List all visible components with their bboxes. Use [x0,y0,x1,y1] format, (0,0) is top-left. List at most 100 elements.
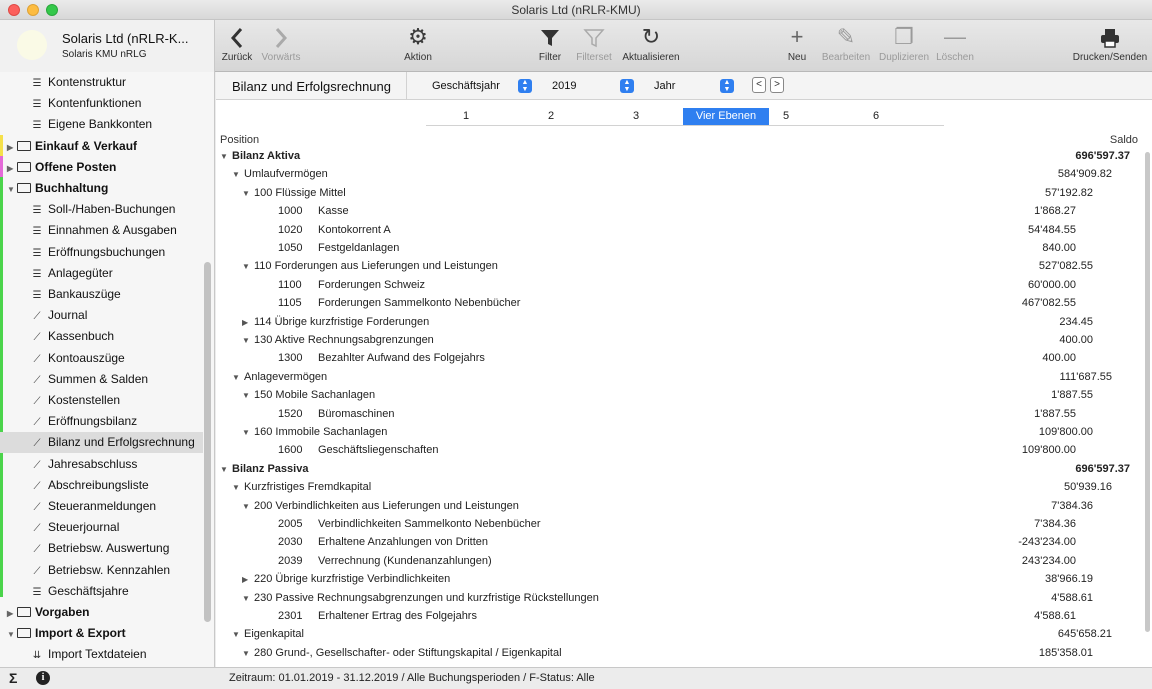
interval-select[interactable]: Jahr ▲ ▼ [654,77,734,95]
disclosure-open-icon[interactable]: ▼ [242,645,254,663]
table-row[interactable]: 1600 Geschäftsliegenschaften 109'800.00 [216,441,1136,459]
level-tab[interactable]: 3 [626,108,646,125]
sidebar-item[interactable]: ☰ Einnahmen & Ausgaben [0,220,203,241]
sidebar-scrollbar[interactable] [204,262,211,622]
table-row[interactable]: ▶ 114 Übrige kurzfristige Forderungen 234.… [216,313,1136,331]
period-type-select[interactable]: Geschäftsjahr ▲ ▼ [432,77,532,95]
sidebar-item[interactable]: ⟋ Jahresabschluss [0,454,203,475]
table-row[interactable]: 2301 Erhaltener Ertrag des Folgejahrs 4'58… [216,607,1136,625]
level-tab[interactable]: 1 [456,108,476,125]
disclosure-closed-icon[interactable]: ▶ [7,137,17,158]
disclosure-open-icon[interactable]: ▼ [232,166,244,184]
table-row[interactable]: ▼ 100 Flüssige Mittel 57'192.82 [216,184,1136,202]
info-icon[interactable]: i [36,671,50,685]
sidebar-item[interactable]: ☰ Geschäftsjahre [0,581,203,602]
table-row[interactable]: 1100 Forderungen Schweiz 60'000.00 [216,276,1136,294]
sidebar-item[interactable]: ⟋ Betriebsw. Auswertung [0,538,203,559]
sidebar-item[interactable]: ⟋ Steuerjournal [0,517,203,538]
sidebar-item[interactable]: ☰ Soll-/Haben-Buchungen [0,199,203,220]
sidebar-item[interactable]: ▼ Import & Export [0,623,203,644]
filterset-button[interactable]: Filterset [573,22,615,70]
sidebar-item[interactable]: ☰ Anlagegüter [0,263,203,284]
sidebar-item[interactable]: ⟋ Summen & Salden [0,369,203,390]
table-row[interactable]: ▼ Umlaufvermögen 584'909.82 [216,165,1136,183]
sidebar-item[interactable]: ☰ Eigene Bankkonten [0,114,203,135]
filter-button[interactable]: Filter [533,22,567,70]
sidebar-item[interactable]: ☰ Kontenfunktionen [0,93,203,114]
sidebar-item[interactable]: ▼ Buchhaltung [0,178,203,199]
table-row[interactable]: ▼ 280 Grund-, Gesellschafter- oder Stiftu… [216,644,1136,662]
disclosure-open-icon[interactable]: ▼ [220,148,232,166]
sidebar-item[interactable]: ☰ Eröffnungsbuchungen [0,242,203,263]
disclosure-open-icon[interactable]: ▼ [242,590,254,608]
disclosure-open-icon[interactable]: ▼ [220,461,232,479]
action-button[interactable]: ⚙ Aktion [400,22,436,70]
disclosure-open-icon[interactable]: ▼ [242,185,254,203]
refresh-button[interactable]: ↻ Aktualisieren [620,22,682,70]
back-button[interactable]: Zurück [219,22,255,70]
year-select[interactable]: 2019 ▲ ▼ [552,77,634,95]
table-row[interactable]: 1000 Kasse 1'868.27 [216,202,1136,220]
sidebar-item[interactable]: ⟋ Kontoauszüge [0,348,203,369]
table-row[interactable]: ▼ Eigenkapital 645'658.21 [216,625,1136,643]
sidebar-item[interactable]: ⟋ Bilanz und Erfolgsrechnung [0,432,203,454]
sidebar-item[interactable]: ▶ Offene Posten [0,157,203,178]
disclosure-open-icon[interactable]: ▼ [242,258,254,276]
disclosure-open-icon[interactable]: ▼ [232,626,244,644]
disclosure-open-icon[interactable]: ▼ [242,387,254,405]
table-row[interactable]: ▼ 160 Immobile Sachanlagen 109'800.00 [216,423,1136,441]
print-button[interactable]: Drucken/Senden [1070,22,1150,70]
sidebar-item[interactable]: ⇊ Import Textdateien [0,644,203,665]
table-row[interactable]: ▼ Bilanz Aktiva 696'597.37 [216,147,1136,165]
table-row[interactable]: ▼ 130 Aktive Rechnungsabgrenzungen 400.00 [216,331,1136,349]
level-tab[interactable]: 5 [776,108,796,125]
sidebar-item[interactable]: ⟋ Eröffnungsbilanz [0,411,203,432]
sidebar-item[interactable]: ⟋ Journal [0,305,203,326]
disclosure-closed-icon[interactable]: ▶ [242,314,254,332]
previous-period-button[interactable]: < [752,77,766,93]
sidebar-item[interactable]: ☰ Kontenstruktur [0,72,203,93]
table-row[interactable]: ▼ 230 Passive Rechnungsabgrenzungen und k… [216,589,1136,607]
disclosure-closed-icon[interactable]: ▶ [242,571,254,589]
sidebar-item[interactable]: ⟋ Abschreibungsliste [0,475,203,496]
table-row[interactable]: 2030 Erhaltene Anzahlungen von Dritten -24… [216,533,1136,551]
table-row[interactable]: 1020 Kontokorrent A 54'484.55 [216,221,1136,239]
table-row[interactable]: 1105 Forderungen Sammelkonto Nebenbücher 4… [216,294,1136,312]
new-button[interactable]: + Neu [784,22,810,70]
disclosure-open-icon[interactable]: ▼ [242,498,254,516]
disclosure-open-icon[interactable]: ▼ [242,424,254,442]
minimize-window-button[interactable] [27,4,39,16]
disclosure-open-icon[interactable]: ▼ [7,179,17,200]
sidebar-item[interactable]: ▶ Vorgaben [0,602,203,623]
next-period-button[interactable]: > [770,77,784,93]
table-row[interactable]: 2005 Verbindlichkeiten Sammelkonto Nebenb… [216,515,1136,533]
table-row[interactable]: 1300 Bezahlter Aufwand des Folgejahrs 400.… [216,349,1136,367]
table-row[interactable]: 1050 Festgeldanlagen 840.00 [216,239,1136,257]
table-row[interactable]: 2039 Verrechnung (Kundenanzahlungen) 243'2… [216,552,1136,570]
sidebar-item[interactable]: ▶ Einkauf & Verkauf [0,136,203,157]
zoom-window-button[interactable] [46,4,58,16]
company-selector[interactable]: Solaris Ltd (nRLR-K... Solaris KMU nRLG [0,20,215,72]
close-window-button[interactable] [8,4,20,16]
level-tab[interactable]: 2 [541,108,561,125]
disclosure-closed-icon[interactable]: ▶ [7,158,17,179]
disclosure-open-icon[interactable]: ▼ [7,624,17,645]
duplicate-button[interactable]: ❐ Duplizieren [876,22,932,70]
table-row[interactable]: ▼ Bilanz Passiva 696'597.37 [216,460,1136,478]
sidebar-item[interactable]: ⟋ Kostenstellen [0,390,203,411]
table-row[interactable]: ▼ Kurzfristiges Fremdkapital 50'939.16 [216,478,1136,496]
report-scrollbar[interactable] [1145,152,1150,632]
disclosure-open-icon[interactable]: ▼ [232,369,244,387]
edit-button[interactable]: ✎ Bearbeiten [819,22,873,70]
table-row[interactable]: ▼ 110 Forderungen aus Lieferungen und Lei… [216,257,1136,275]
delete-button[interactable]: — Löschen [934,22,976,70]
sidebar-item[interactable]: ⟋ Betriebsw. Kennzahlen [0,560,203,581]
disclosure-closed-icon[interactable]: ▶ [7,603,17,624]
table-row[interactable]: ▼ 200 Verbindlichkeiten aus Lieferungen u… [216,497,1136,515]
sidebar-item[interactable]: ☰ Bankauszüge [0,284,203,305]
table-row[interactable]: ▼ 150 Mobile Sachanlagen 1'887.55 [216,386,1136,404]
disclosure-open-icon[interactable]: ▼ [232,479,244,497]
sidebar-item[interactable]: ⟋ Kassenbuch [0,326,203,347]
sidebar-item[interactable]: ⟋ Steueranmeldungen [0,496,203,517]
table-row[interactable]: ▶ 220 Übrige kurzfristige Verbindlichkeit… [216,570,1136,588]
